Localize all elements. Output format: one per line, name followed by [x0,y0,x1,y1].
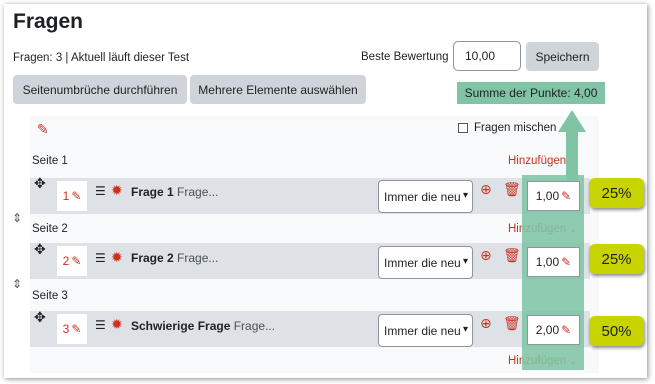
select-value: Immer die neu [384,255,461,270]
version-select-2[interactable]: Immer die neu ▾ [378,246,473,279]
mark-box-1[interactable]: 1,00 ✎ [527,181,580,211]
question-text: Frage... [177,251,219,265]
question-text: Frage... [233,319,276,333]
list-icon[interactable]: ☰ [95,184,106,198]
max-grade-label: Beste Bewertung [361,51,449,63]
total-marks-box: Summe der Punkte: 4,00 [457,82,605,104]
list-icon[interactable]: ☰ [95,251,106,265]
list-icon[interactable]: ☰ [95,318,106,332]
edit-mark-pencil-icon[interactable]: ✎ [561,255,571,269]
shuffle-checkbox[interactable] [458,123,468,133]
page-label-1: Seite 1 [32,155,68,167]
move-icon[interactable]: ✥ [34,241,46,258]
split-page-icon[interactable]: ⇕ [12,277,22,291]
percent-badge-3: 50% [589,316,644,346]
chevron-down-icon: ▾ [462,190,468,201]
question-number-1: 1 ✎ [57,181,87,211]
mark-box-2[interactable]: 1,00 ✎ [527,247,580,277]
page-title: Fragen [13,10,84,33]
max-grade-input[interactable] [453,41,521,71]
mark-value: 1,00 [535,255,560,269]
save-button[interactable]: Speichern [526,42,599,71]
mark-box-3[interactable]: 2,00 ✎ [527,315,580,345]
edit-pencil-icon[interactable]: ✎ [71,254,81,268]
split-page-icon[interactable]: ⇕ [12,211,22,225]
chevron-down-icon: ▾ [462,324,468,335]
question-title: Frage 2 [131,251,174,265]
preview-zoom-icon[interactable]: ⊕ [480,247,492,264]
mark-value: 2,00 [535,323,560,337]
edit-pencil-icon[interactable]: ✎ [71,322,81,336]
preview-zoom-icon[interactable]: ⊕ [480,181,492,198]
select-value: Immer die neu [384,189,461,204]
arrow-up-icon [558,110,586,190]
question-number: 2 [62,254,70,268]
trash-icon[interactable]: 🗑 [503,247,521,264]
preview-zoom-icon[interactable]: ⊕ [480,315,492,332]
percent-badge-2: 25% [589,244,644,274]
question-number-2: 2 ✎ [57,246,87,276]
repaginate-button[interactable]: Seitenumbrüche durchführen [13,75,187,104]
version-select-1[interactable]: Immer die neu ▾ [378,180,473,213]
question-text: Frage... [177,185,219,199]
question-number: 1 [62,189,70,203]
shuffle-label: Fragen mischen [474,122,557,134]
gear-icon[interactable]: ✹ [111,316,123,333]
edit-heading-pencil-icon[interactable]: ✎ [37,121,49,138]
move-icon[interactable]: ✥ [34,309,46,326]
edit-mark-pencil-icon[interactable]: ✎ [561,323,571,337]
question-name-2[interactable]: Frage 2 Frage... [131,251,218,265]
quiz-info: Fragen: 3 | Aktuell läuft dieser Test [13,52,190,64]
edit-pencil-icon[interactable]: ✎ [71,189,81,203]
question-title: Frage 1 [131,185,174,199]
gear-icon[interactable]: ✹ [111,182,123,199]
version-select-3[interactable]: Immer die neu ▾ [378,314,473,347]
question-name-1[interactable]: Frage 1 Frage... [131,185,218,199]
select-value: Immer die neu [384,323,461,338]
question-title: Schwierige Frage [131,319,231,333]
page-label-3: Seite 3 [32,290,68,302]
edit-mark-pencil-icon[interactable]: ✎ [561,189,571,203]
chevron-down-icon: ▾ [462,256,468,267]
mark-value: 1,00 [535,189,560,203]
question-name-3[interactable]: Schwierige Frage Frage... [131,319,275,333]
select-multiple-button[interactable]: Mehrere Elemente auswählen [190,75,366,104]
gear-icon[interactable]: ✹ [111,249,123,266]
shuffle-questions[interactable]: Fragen mischen [458,122,556,134]
page-label-2: Seite 2 [32,223,68,235]
question-number-3: 3 ✎ [57,314,87,344]
percent-badge-1: 25% [589,178,644,208]
question-number: 3 [62,322,70,336]
trash-icon[interactable]: 🗑 [503,315,521,332]
trash-icon[interactable]: 🗑 [503,181,521,198]
move-icon[interactable]: ✥ [34,175,46,192]
